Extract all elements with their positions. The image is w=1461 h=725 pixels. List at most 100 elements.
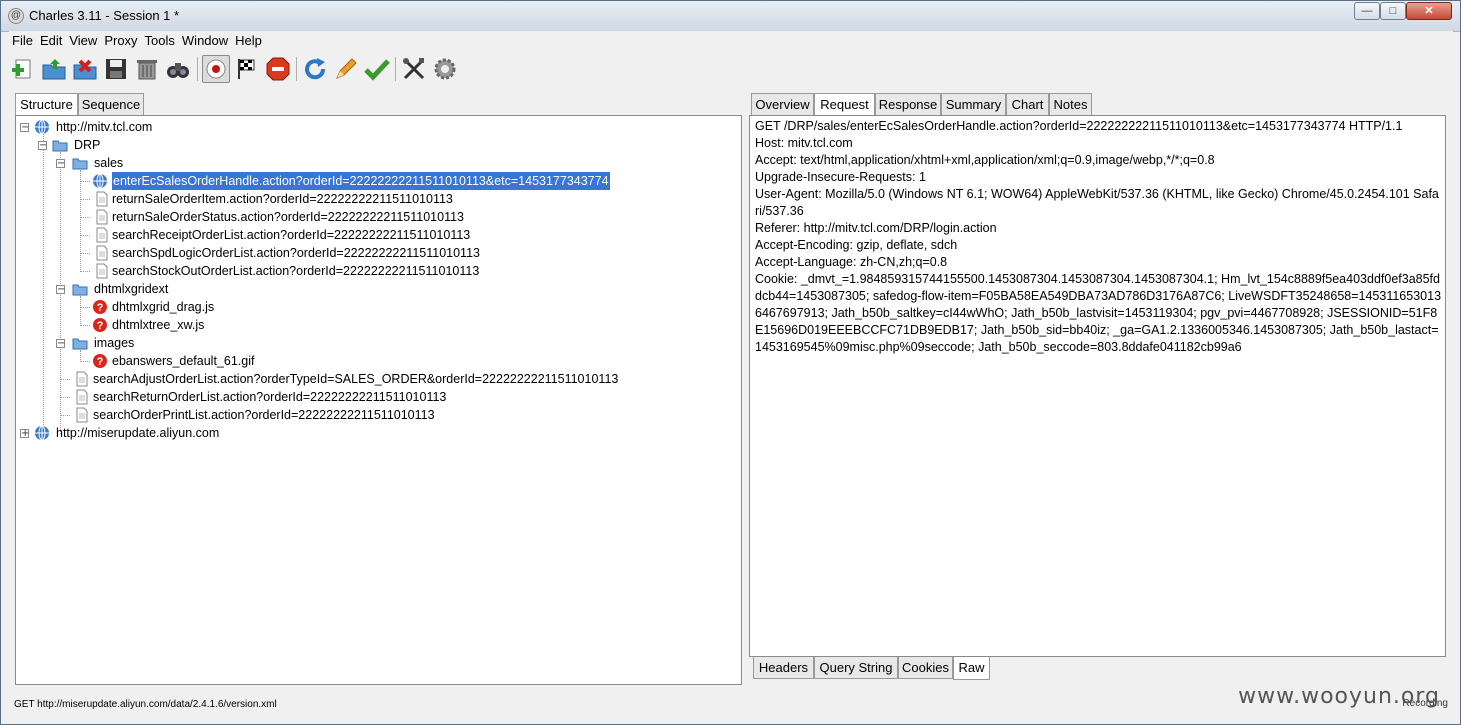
tree-line	[80, 217, 90, 218]
tree-folder[interactable]: − images	[56, 334, 456, 352]
tree-request[interactable]: searchAdjustOrderList.action?orderTypeId…	[56, 370, 716, 388]
tree-line	[80, 307, 90, 308]
tree-request[interactable]: returnSaleOrderItem.action?orderId=22222…	[74, 190, 714, 208]
header-user-agent: User-Agent: Mozilla/5.0 (Windows NT 6.1;…	[755, 187, 1439, 218]
header-upgrade: Upgrade-Insecure-Requests: 1	[755, 170, 926, 184]
collapse-toggle[interactable]: −	[56, 285, 65, 295]
minimize-button[interactable]: —	[1354, 2, 1380, 20]
validate-icon[interactable]	[363, 55, 391, 83]
menu-tools[interactable]: Tools	[142, 31, 178, 51]
file-icon	[76, 407, 88, 423]
clear-session-icon[interactable]	[133, 55, 161, 83]
menu-help[interactable]: Help	[232, 31, 265, 51]
collapse-toggle[interactable]: −	[38, 141, 47, 151]
tree-label: dhtmlxtree_xw.js	[112, 318, 205, 332]
header-cookie: Cookie: _dmvt_=1.984859315744155500.1453…	[755, 272, 1442, 354]
file-icon	[96, 263, 108, 279]
folder-icon	[72, 158, 88, 170]
header-host: Host: mitv.tcl.com	[755, 136, 853, 150]
tree-request[interactable]: returnSaleOrderStatus.action?orderId=222…	[74, 208, 714, 226]
tree-label: ebanswers_default_61.gif	[112, 354, 255, 368]
menu-edit[interactable]: Edit	[37, 31, 65, 51]
structure-tree[interactable]: − http://mitv.tcl.com − DRP − sales ente…	[15, 115, 742, 685]
menu-window[interactable]: Window	[179, 31, 231, 51]
tree-line	[60, 379, 70, 380]
stop-icon[interactable]	[264, 55, 292, 83]
tab-summary[interactable]: Summary	[941, 93, 1006, 115]
tree-label: sales	[94, 156, 124, 170]
tab-sequence[interactable]: Sequence	[78, 93, 144, 115]
tree-request[interactable]: searchStockOutOrderList.action?orderId=2…	[74, 262, 714, 280]
find-icon[interactable]	[164, 55, 192, 83]
tree-folder[interactable]: − dhtmlxgridext	[56, 280, 456, 298]
header-referer: Referer: http://mitv.tcl.com/DRP/login.a…	[755, 221, 997, 235]
menu-bar: File Edit View Proxy Tools Window Help	[9, 31, 1453, 51]
error-icon: ?	[93, 318, 107, 332]
collapse-toggle[interactable]: −	[56, 339, 65, 349]
tree-label: images	[94, 336, 135, 350]
tree-request-failed[interactable]: ? ebanswers_default_61.gif	[74, 352, 474, 370]
tree-line	[80, 253, 90, 254]
tab-cookies[interactable]: Cookies	[898, 657, 953, 679]
menu-view[interactable]: View	[66, 31, 100, 51]
request-text[interactable]: GET /DRP/sales/enterEcSalesOrderHandle.a…	[753, 118, 1443, 654]
tree-label: dhtmlxgrid_drag.js	[112, 300, 215, 314]
tab-structure[interactable]: Structure	[15, 93, 78, 116]
collapse-toggle[interactable]: −	[20, 123, 29, 133]
tree-request[interactable]: searchReceiptOrderList.action?orderId=22…	[74, 226, 714, 244]
tab-response[interactable]: Response	[875, 93, 941, 115]
refresh-icon[interactable]	[301, 55, 329, 83]
close-button[interactable]: ✕	[1406, 2, 1452, 20]
tree-label: returnSaleOrderStatus.action?orderId=222…	[112, 210, 465, 224]
edit-icon[interactable]	[332, 55, 360, 83]
file-icon	[76, 371, 88, 387]
tree-label: dhtmlxgridext	[94, 282, 169, 296]
toolbar-separator	[296, 57, 297, 81]
tree-folder[interactable]: − sales	[56, 154, 456, 172]
globe-icon	[35, 119, 49, 135]
menu-file[interactable]: File	[9, 31, 36, 51]
window-title: Charles 3.11 - Session 1 *	[29, 8, 180, 23]
tab-notes[interactable]: Notes	[1049, 93, 1092, 115]
tree-label: searchReturnOrderList.action?orderId=222…	[93, 390, 447, 404]
tree-request-failed[interactable]: ? dhtmlxgrid_drag.js	[74, 298, 474, 316]
tree-line	[60, 397, 70, 398]
svg-text:?: ?	[97, 302, 104, 314]
open-session-icon[interactable]	[40, 55, 68, 83]
record-icon[interactable]	[202, 55, 230, 83]
tree-request[interactable]: searchOrderPrintList.action?orderId=2222…	[56, 406, 716, 424]
tab-query-string[interactable]: Query String	[814, 657, 898, 679]
throttle-flag-icon[interactable]	[233, 55, 261, 83]
tree-host[interactable]: + http://miserupdate.aliyun.com	[20, 424, 420, 442]
settings-icon[interactable]	[431, 55, 459, 83]
tree-line	[80, 325, 90, 326]
error-icon: ?	[93, 300, 107, 314]
header-accept: Accept: text/html,application/xhtml+xml,…	[755, 153, 1215, 167]
tab-request[interactable]: Request	[814, 93, 875, 116]
tree-host[interactable]: − http://mitv.tcl.com	[20, 118, 420, 136]
svg-text:?: ?	[97, 320, 104, 332]
tab-chart[interactable]: Chart	[1006, 93, 1049, 115]
menu-proxy[interactable]: Proxy	[101, 31, 140, 51]
file-icon	[96, 227, 108, 243]
new-session-icon[interactable]	[9, 55, 37, 83]
collapse-toggle[interactable]: −	[56, 159, 65, 169]
tab-overview[interactable]: Overview	[751, 93, 814, 115]
tools-icon[interactable]	[400, 55, 428, 83]
tree-folder[interactable]: − DRP	[38, 136, 438, 154]
tab-headers[interactable]: Headers	[753, 657, 814, 679]
tab-raw[interactable]: Raw	[953, 657, 990, 680]
tree-request-failed[interactable]: ? dhtmlxtree_xw.js	[74, 316, 474, 334]
tree-request[interactable]: searchSpdLogicOrderList.action?orderId=2…	[74, 244, 714, 262]
tree-label: searchStockOutOrderList.action?orderId=2…	[112, 264, 480, 278]
toolbar-separator	[197, 57, 198, 81]
expand-toggle[interactable]: +	[20, 429, 29, 439]
close-session-icon[interactable]	[71, 55, 99, 83]
tree-label: DRP	[74, 138, 101, 152]
toolbar	[9, 51, 1453, 87]
save-session-icon[interactable]	[102, 55, 130, 83]
tree-request[interactable]: searchReturnOrderList.action?orderId=222…	[56, 388, 716, 406]
folder-icon	[52, 140, 68, 152]
tree-request-selected[interactable]: enterEcSalesOrderHandle.action?orderId=2…	[74, 171, 734, 191]
maximize-button[interactable]: □	[1380, 2, 1406, 20]
